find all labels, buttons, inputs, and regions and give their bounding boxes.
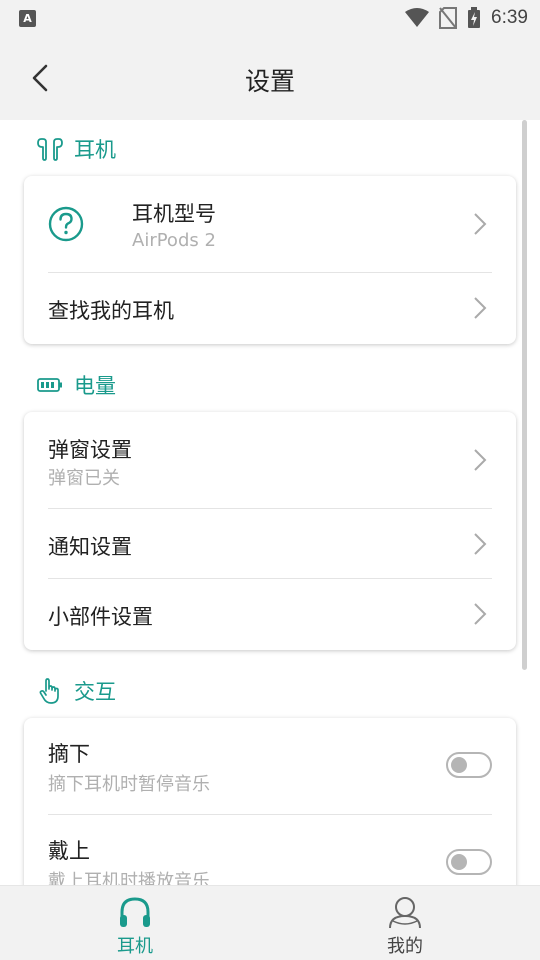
- chevron-right-icon: [474, 603, 487, 625]
- help-circle-icon: [48, 206, 84, 242]
- row-title: 通知设置: [48, 535, 132, 559]
- find-earbuds-row[interactable]: 查找我的耳机: [24, 273, 516, 344]
- row-title: 戴上: [48, 839, 90, 863]
- section-title: 电量: [74, 374, 116, 398]
- app-bar: 设置: [0, 36, 540, 120]
- nav-tab-earbuds[interactable]: 耳机: [0, 886, 270, 960]
- row-title: 小部件设置: [48, 605, 153, 629]
- battery-charging-icon: [468, 7, 481, 28]
- battery-icon: [36, 371, 64, 399]
- play-on-wear-toggle[interactable]: [446, 849, 492, 875]
- person-icon: [389, 897, 421, 929]
- toggle-knob: [451, 757, 467, 773]
- section-header-earbuds: 耳机: [36, 134, 116, 164]
- row-subtitle: AirPods 2: [132, 230, 216, 251]
- earbuds-icon: [36, 135, 64, 163]
- row-title: 弹窗设置: [48, 438, 132, 462]
- chevron-right-icon: [474, 533, 487, 555]
- notification-settings-row[interactable]: 通知设置: [24, 509, 516, 578]
- remove-earbuds-row: 摘下 摘下耳机时暂停音乐: [24, 718, 516, 814]
- earbud-model-row[interactable]: 耳机型号 AirPods 2: [24, 176, 516, 272]
- pause-on-remove-toggle[interactable]: [446, 752, 492, 778]
- section-title: 交互: [74, 680, 116, 704]
- status-icons: 6:39: [405, 6, 528, 30]
- app-notification-icon: A: [19, 10, 36, 27]
- chevron-right-icon: [474, 449, 487, 471]
- chevron-right-icon: [474, 297, 487, 319]
- wifi-icon: [405, 8, 430, 27]
- wear-earbuds-row: 戴上 戴上耳机时播放音乐: [24, 815, 516, 885]
- page-title: 设置: [244, 67, 295, 96]
- scrollbar[interactable]: [522, 120, 527, 670]
- status-bar: A 6:39: [0, 0, 540, 36]
- earbuds-card: 耳机型号 AirPods 2 查找我的耳机: [24, 176, 516, 344]
- widget-settings-row[interactable]: 小部件设置: [24, 579, 516, 650]
- nav-label: 我的: [387, 936, 423, 957]
- toggle-knob: [451, 854, 467, 870]
- no-sim-icon: [439, 7, 458, 29]
- nav-tab-mine[interactable]: 我的: [270, 886, 540, 960]
- row-subtitle: 摘下耳机时暂停音乐: [48, 774, 210, 795]
- hand-tap-icon: [36, 677, 64, 705]
- status-time: 6:39: [491, 7, 528, 28]
- row-title: 耳机型号: [132, 202, 216, 226]
- chevron-right-icon: [474, 213, 487, 235]
- nav-label: 耳机: [117, 936, 153, 957]
- row-subtitle: 弹窗已关: [48, 468, 120, 489]
- battery-card: 弹窗设置 弹窗已关 通知设置 小部件设置: [24, 412, 516, 650]
- row-subtitle: 戴上耳机时播放音乐: [48, 871, 210, 885]
- row-title: 查找我的耳机: [48, 299, 174, 323]
- section-header-interaction: 交互: [36, 676, 116, 706]
- section-header-battery: 电量: [36, 370, 116, 400]
- headphones-icon: [120, 897, 150, 927]
- bottom-nav: 耳机 我的: [0, 885, 540, 960]
- interaction-card: 摘下 摘下耳机时暂停音乐 戴上 戴上耳机时播放音乐: [24, 718, 516, 885]
- popup-settings-row[interactable]: 弹窗设置 弹窗已关: [24, 412, 516, 508]
- row-title: 摘下: [48, 742, 90, 766]
- section-title: 耳机: [74, 138, 116, 162]
- settings-list[interactable]: 耳机 耳机型号 AirPods 2 查找我的耳机 电量 弹窗设置 弹窗已关 通知…: [0, 120, 540, 885]
